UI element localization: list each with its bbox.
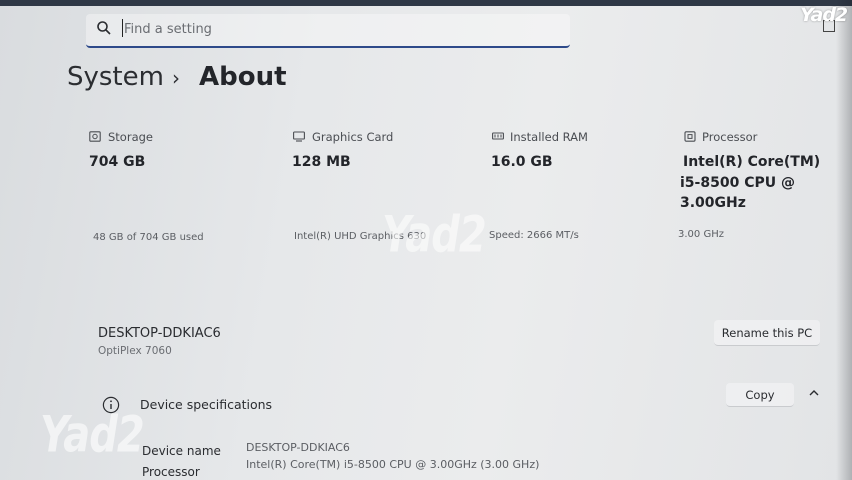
ram-value: 16.0 GB — [491, 154, 553, 170]
device-model: OptiPlex 7060 — [98, 345, 172, 357]
device-name: DESKTOP-DDKIAC6 — [98, 326, 221, 341]
processor-title: Processor — [702, 130, 758, 144]
graphics-title: Graphics Card — [312, 130, 394, 144]
device-specifications-header[interactable]: Device specifications — [140, 397, 272, 412]
spec-value-device-name: DESKTOP-DDKIAC6 — [246, 441, 350, 454]
spec-label-processor: Processor — [142, 465, 200, 479]
chevron-up-icon[interactable] — [808, 388, 820, 398]
breadcrumb-system[interactable]: System — [67, 62, 164, 92]
processor-icon — [684, 131, 696, 142]
ram-title: Installed RAM — [510, 130, 588, 144]
rename-pc-button[interactable]: Rename this PC — [714, 320, 820, 346]
copy-button[interactable]: Copy — [726, 383, 794, 407]
storage-icon — [89, 131, 101, 142]
processor-value-line-3: 3.00GHz — [680, 195, 746, 211]
spec-value-processor: Intel(R) Core(TM) i5-8500 CPU @ 3.00GHz … — [246, 458, 540, 471]
watermark-logo-top: Yad2 — [800, 4, 848, 26]
search-input[interactable] — [124, 17, 544, 41]
search-icon — [97, 21, 111, 35]
storage-title: Storage — [108, 130, 153, 144]
graphics-value: 128 MB — [292, 154, 351, 170]
processor-detail: 3.00 GHz — [678, 229, 724, 240]
processor-value-line-2: i5-8500 CPU @ — [680, 175, 795, 191]
spec-label-device-name: Device name — [142, 444, 221, 458]
watermark-logo-bottom: Yad2 — [40, 406, 145, 464]
watermark-logo-center: Yad2 — [382, 206, 487, 264]
processor-value-line-1: Intel(R) Core(TM) — [683, 154, 821, 170]
storage-value: 704 GB — [89, 154, 146, 170]
storage-detail: 48 GB of 704 GB used — [93, 232, 204, 243]
ram-icon — [492, 132, 504, 140]
graphics-card-icon — [293, 131, 305, 142]
ram-detail: Speed: 2666 MT/s — [489, 230, 579, 241]
screen-edge-shadow — [812, 0, 852, 480]
monitor-bezel — [0, 0, 852, 6]
text-caret — [122, 19, 123, 37]
page-title: About — [199, 62, 287, 92]
breadcrumb-chevron-icon: › — [172, 66, 180, 90]
